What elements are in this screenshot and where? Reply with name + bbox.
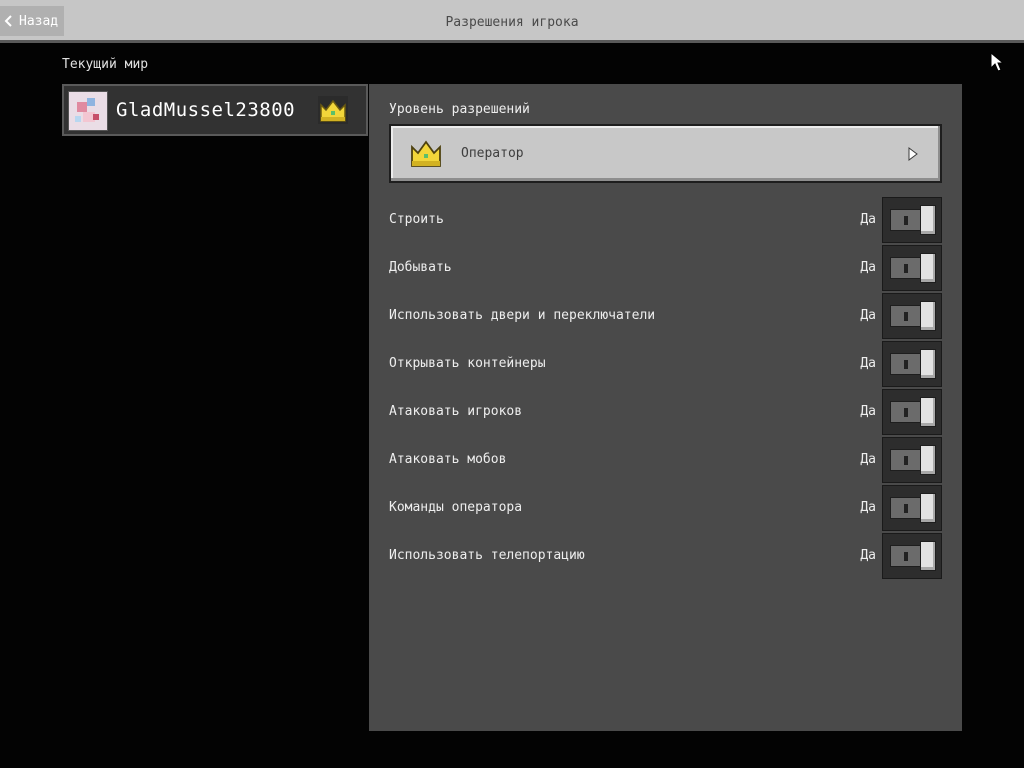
permission-state: Да — [860, 356, 876, 371]
player-name: GladMussel23800 — [116, 99, 296, 121]
permission-state: Да — [860, 212, 876, 227]
permission-label: Использовать двери и переключатели — [389, 308, 656, 323]
permission-label: Добывать — [389, 260, 452, 275]
permission-state: Да — [860, 404, 876, 419]
permission-toggle[interactable] — [882, 533, 942, 579]
permission-toggle[interactable] — [882, 197, 942, 243]
permission-toggle[interactable] — [882, 485, 942, 531]
permission-row-build: Строить Да — [389, 197, 942, 243]
permission-toggle[interactable] — [882, 437, 942, 483]
world-section-label: Текущий мир — [62, 57, 149, 72]
permission-label: Использовать телепортацию — [389, 548, 585, 563]
permission-toggle[interactable] — [882, 389, 942, 435]
permission-level-dropdown[interactable]: Оператор — [389, 124, 942, 183]
permissions-panel: Уровень разрешений Оператор Строить Да Д… — [369, 84, 962, 731]
permission-label: Атаковать игроков — [389, 404, 523, 419]
permission-state: Да — [860, 260, 876, 275]
permission-row-mine: Добывать Да — [389, 245, 942, 291]
permission-toggle[interactable] — [882, 245, 942, 291]
permission-state: Да — [860, 452, 876, 467]
permission-row-attack-players: Атаковать игроков Да — [389, 389, 942, 435]
permission-level-label: Уровень разрешений — [389, 102, 530, 117]
mouse-pointer-icon — [990, 52, 1004, 72]
permission-state: Да — [860, 500, 876, 515]
permission-toggle[interactable] — [882, 293, 942, 339]
permission-label: Команды оператора — [389, 500, 523, 515]
permission-row-operator-commands: Команды оператора Да — [389, 485, 942, 531]
permission-row-doors-switches: Использовать двери и переключатели Да — [389, 293, 942, 339]
crown-icon — [318, 96, 348, 124]
permission-state: Да — [860, 548, 876, 563]
chevron-right-icon — [908, 147, 918, 161]
player-list-item[interactable]: GladMussel23800 — [62, 84, 368, 136]
permission-label: Строить — [389, 212, 444, 227]
permission-label: Открывать контейнеры — [389, 356, 546, 371]
top-bar: Назад Разрешения игрока — [0, 0, 1024, 43]
permission-row-teleport: Использовать телепортацию Да — [389, 533, 942, 579]
permission-row-containers: Открывать контейнеры Да — [389, 341, 942, 387]
permission-label: Атаковать мобов — [389, 452, 507, 467]
avatar — [68, 91, 108, 131]
permission-row-attack-mobs: Атаковать мобов Да — [389, 437, 942, 483]
permission-toggle[interactable] — [882, 341, 942, 387]
crown-icon — [411, 140, 441, 167]
page-title: Разрешения игрока — [445, 15, 579, 30]
permission-level-value: Оператор — [461, 146, 524, 161]
permission-state: Да — [860, 308, 876, 323]
